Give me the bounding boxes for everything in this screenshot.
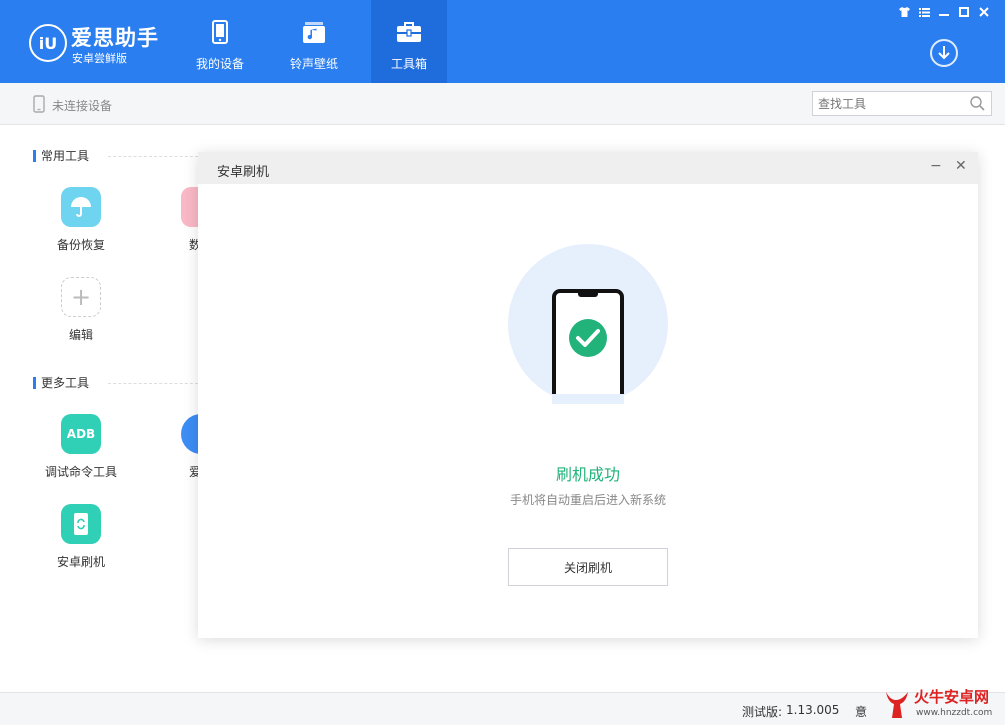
feedback-link[interactable]: 意 <box>855 703 867 720</box>
tool-label: 编辑 <box>68 328 93 342</box>
tab-label: 工具箱 <box>390 57 427 71</box>
app-title: 爱思助手 <box>71 26 159 50</box>
toolbar: 未连接设备 <box>0 83 1005 125</box>
dialog-minimize-icon[interactable]: − <box>930 158 942 174</box>
watermark-brand: 火牛安卓网 <box>914 688 990 706</box>
tool-android-flash[interactable]: 安卓刷机 <box>41 504 121 570</box>
tab-label: 铃声壁纸 <box>289 57 338 71</box>
tool-edit[interactable]: + 编辑 <box>41 277 121 343</box>
umbrella-icon <box>61 187 101 227</box>
plus-icon: + <box>61 277 101 317</box>
close-icon[interactable] <box>976 5 992 19</box>
tab-toolbox[interactable]: 工具箱 <box>371 0 447 83</box>
app-header: iU 爱思助手 安卓尝鲜版 我的设备 铃声壁纸 工具箱 <box>0 0 1005 83</box>
version-label: 测试版: <box>742 705 783 719</box>
minimize-icon[interactable] <box>936 5 952 19</box>
toolbox-icon <box>396 18 422 46</box>
logo-icon: iU <box>29 24 67 62</box>
app-subtitle: 安卓尝鲜版 <box>72 52 127 65</box>
tab-ringtones[interactable]: 铃声壁纸 <box>276 0 352 83</box>
watermark: 火牛安卓网 www.hnzzdt.com <box>876 684 1004 724</box>
tool-label: 安卓刷机 <box>56 555 105 569</box>
tab-my-device[interactable]: 我的设备 <box>182 0 258 83</box>
section-divider <box>108 383 198 384</box>
dialog-close-icon[interactable]: ✕ <box>955 158 967 174</box>
phone-success-illustration <box>508 244 668 406</box>
search-box <box>812 91 992 116</box>
version-value: 1.13.005 <box>786 703 840 717</box>
success-title: 刷机成功 <box>555 465 620 484</box>
close-flash-button[interactable]: 关闭刷机 <box>508 548 668 586</box>
success-subtitle: 手机将自动重启后进入新系统 <box>509 493 666 507</box>
tab-label: 我的设备 <box>195 57 244 71</box>
adb-icon: ADB <box>61 414 101 454</box>
list-icon[interactable] <box>916 5 932 19</box>
window-controls <box>896 5 992 19</box>
section-more-title: 更多工具 <box>33 377 89 389</box>
tool-label: 备份恢复 <box>56 238 105 252</box>
dialog-title: 安卓刷机 <box>217 165 270 180</box>
device-status-label: 未连接设备 <box>52 99 113 113</box>
shirt-icon[interactable] <box>896 5 912 19</box>
tool-backup-restore[interactable]: 备份恢复 <box>41 187 121 253</box>
search-input[interactable] <box>818 96 966 111</box>
dialog-titlebar: 安卓刷机 − ✕ <box>198 152 978 184</box>
bull-logo-icon <box>882 688 912 724</box>
watermark-url: www.hnzzdt.com <box>916 708 993 718</box>
phone-outline-icon <box>33 95 45 116</box>
tool-adb[interactable]: ADB 调试命令工具 <box>41 414 121 480</box>
tool-label: 调试命令工具 <box>44 465 117 479</box>
search-icon[interactable] <box>970 96 985 115</box>
phone-check-icon <box>552 289 624 406</box>
section-common-title: 常用工具 <box>33 150 89 162</box>
download-icon[interactable] <box>930 39 958 67</box>
section-divider <box>108 156 198 157</box>
status-bar: 测试版: 1.13.005 意 <box>0 692 1005 725</box>
flash-dialog: 安卓刷机 − ✕ 刷机成功 手机将自动重启后进入新系统 关闭刷机 <box>198 152 978 638</box>
device-status: 未连接设备 <box>33 95 112 116</box>
phone-icon <box>212 18 228 46</box>
maximize-icon[interactable] <box>956 5 972 19</box>
music-icon <box>302 18 326 46</box>
flash-phone-icon <box>61 504 101 544</box>
